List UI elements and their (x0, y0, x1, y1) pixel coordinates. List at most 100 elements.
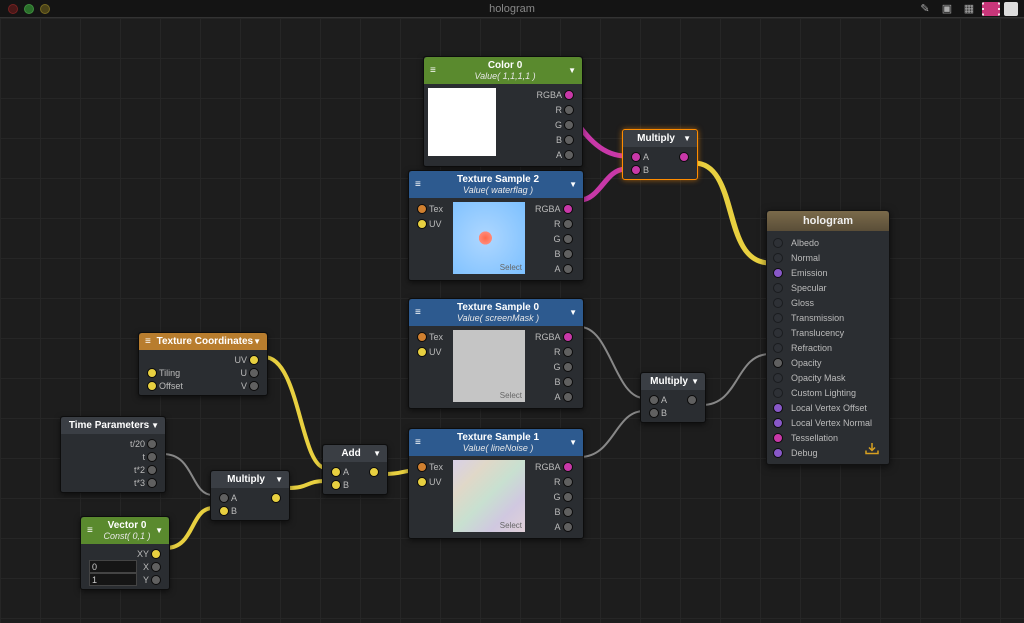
node-output-master[interactable]: hologram AlbedoNormalEmissionSpecularGlo… (766, 210, 890, 465)
port-rgba[interactable] (563, 462, 573, 472)
chevron-down-icon[interactable]: ▼ (569, 180, 577, 189)
tex0-preview[interactable]: Select (453, 330, 525, 402)
output-row-emission[interactable]: Emission (771, 265, 885, 280)
port-g[interactable] (563, 362, 573, 372)
port-r[interactable] (563, 347, 573, 357)
vector0-x-input[interactable] (89, 560, 137, 573)
port-t3[interactable] (147, 478, 157, 488)
layout-icon[interactable]: ▣ (938, 2, 956, 16)
hamburger-icon[interactable]: ≡ (87, 525, 99, 536)
node-time[interactable]: Time Parameters ▼ t/20 t t*2 t*3 (60, 416, 166, 493)
output-row-refraction[interactable]: Refraction (771, 340, 885, 355)
port-a[interactable] (649, 395, 659, 405)
chevron-down-icon[interactable]: ▼ (568, 66, 576, 75)
output-port[interactable] (773, 283, 783, 293)
port-g[interactable] (563, 234, 573, 244)
zoom-window-icon[interactable] (40, 4, 50, 14)
port-b[interactable] (649, 408, 659, 418)
node-tex1[interactable]: ≡ Texture Sample 1Value( lineNoise ) ▼ T… (408, 428, 584, 539)
output-row-opacity-mask[interactable]: Opacity Mask (771, 370, 885, 385)
port-out[interactable] (369, 467, 379, 477)
output-port[interactable] (773, 403, 783, 413)
output-row-transmission[interactable]: Transmission (771, 310, 885, 325)
port-g[interactable] (564, 120, 574, 130)
node-multiply-2[interactable]: Multiply ▼ A B (640, 372, 706, 423)
port-b[interactable] (331, 480, 341, 490)
port-b[interactable] (631, 165, 641, 175)
close-window-icon[interactable] (8, 4, 18, 14)
node-texcoord-header[interactable]: ≡ Texture Coordinates ▼ (139, 333, 267, 350)
port-offset[interactable] (147, 381, 157, 391)
tex1-preview[interactable]: Select (453, 460, 525, 532)
output-port[interactable] (773, 388, 783, 398)
output-port[interactable] (773, 238, 783, 248)
port-g[interactable] (563, 492, 573, 502)
chevron-down-icon[interactable]: ▼ (691, 377, 699, 386)
output-port[interactable] (773, 418, 783, 428)
output-row-gloss[interactable]: Gloss (771, 295, 885, 310)
node-vector0-header[interactable]: ≡ Vector 0Const( 0,1 ) ▼ (81, 517, 169, 544)
minimize-window-icon[interactable] (24, 4, 34, 14)
port-xy[interactable] (151, 549, 161, 559)
port-a[interactable] (563, 392, 573, 402)
output-row-normal[interactable]: Normal (771, 250, 885, 265)
port-tex[interactable] (417, 204, 427, 214)
grid-icon[interactable]: ⋮⋮ (982, 2, 1000, 16)
node-add[interactable]: Add ▼ A B (322, 444, 388, 495)
port-a[interactable] (563, 522, 573, 532)
node-graph-canvas[interactable]: ≡ Color 0Value( 1,1,1,1 ) ▼ RGBA R G B A… (0, 18, 1024, 623)
port-tex[interactable] (417, 332, 427, 342)
port-a[interactable] (631, 152, 641, 162)
hamburger-icon[interactable]: ≡ (430, 65, 442, 76)
port-uv[interactable] (417, 219, 427, 229)
output-row-local-vertex-normal[interactable]: Local Vertex Normal (771, 415, 885, 430)
vector0-y-input[interactable] (89, 573, 137, 586)
port-uv[interactable] (417, 347, 427, 357)
node-color0-header[interactable]: ≡ Color 0Value( 1,1,1,1 ) ▼ (424, 57, 582, 84)
chevron-down-icon[interactable]: ▼ (569, 438, 577, 447)
output-row-custom-lighting[interactable]: Custom Lighting (771, 385, 885, 400)
port-y[interactable] (151, 575, 161, 585)
node-tex0[interactable]: ≡ Texture Sample 0Value( screenMask ) ▼ … (408, 298, 584, 409)
output-port[interactable] (773, 373, 783, 383)
node-color0[interactable]: ≡ Color 0Value( 1,1,1,1 ) ▼ RGBA R G B A (423, 56, 583, 167)
port-t2[interactable] (147, 465, 157, 475)
output-row-local-vertex-offset[interactable]: Local Vertex Offset (771, 400, 885, 415)
node-tex2[interactable]: ≡ Texture Sample 2Value( waterflag ) ▼ T… (408, 170, 584, 281)
port-a[interactable] (331, 467, 341, 477)
hamburger-icon[interactable]: ≡ (415, 179, 427, 190)
port-r[interactable] (563, 219, 573, 229)
port-t[interactable] (147, 452, 157, 462)
port-b[interactable] (563, 507, 573, 517)
port-uv-out[interactable] (249, 355, 259, 365)
hamburger-icon[interactable]: ≡ (145, 336, 157, 347)
node-tex2-header[interactable]: ≡ Texture Sample 2Value( waterflag ) ▼ (409, 171, 583, 198)
output-port[interactable] (773, 298, 783, 308)
chevron-down-icon[interactable]: ▼ (253, 337, 261, 346)
chevron-down-icon[interactable]: ▼ (683, 134, 691, 143)
port-out[interactable] (679, 152, 689, 162)
port-b[interactable] (563, 249, 573, 259)
chevron-down-icon[interactable]: ▼ (373, 449, 381, 458)
port-b[interactable] (219, 506, 229, 516)
output-port[interactable] (773, 433, 783, 443)
port-b[interactable] (563, 377, 573, 387)
node-tex1-header[interactable]: ≡ Texture Sample 1Value( lineNoise ) ▼ (409, 429, 583, 456)
node-tex0-header[interactable]: ≡ Texture Sample 0Value( screenMask ) ▼ (409, 299, 583, 326)
save-icon[interactable] (861, 440, 883, 458)
port-r[interactable] (563, 477, 573, 487)
port-out[interactable] (687, 395, 697, 405)
port-a[interactable] (563, 264, 573, 274)
output-port[interactable] (773, 448, 783, 458)
output-port[interactable] (773, 358, 783, 368)
node-texcoord[interactable]: ≡ Texture Coordinates ▼ UV Tiling U Offs… (138, 332, 268, 396)
node-multiply-3-header[interactable]: Multiply ▼ (211, 471, 289, 488)
output-row-specular[interactable]: Specular (771, 280, 885, 295)
chevron-down-icon[interactable]: ▼ (151, 421, 159, 430)
port-b[interactable] (564, 135, 574, 145)
chevron-down-icon[interactable]: ▼ (155, 526, 163, 535)
node-multiply-1-header[interactable]: Multiply ▼ (623, 130, 697, 147)
node-multiply-2-header[interactable]: Multiply ▼ (641, 373, 705, 390)
port-out[interactable] (271, 493, 281, 503)
node-time-header[interactable]: Time Parameters ▼ (61, 417, 165, 434)
